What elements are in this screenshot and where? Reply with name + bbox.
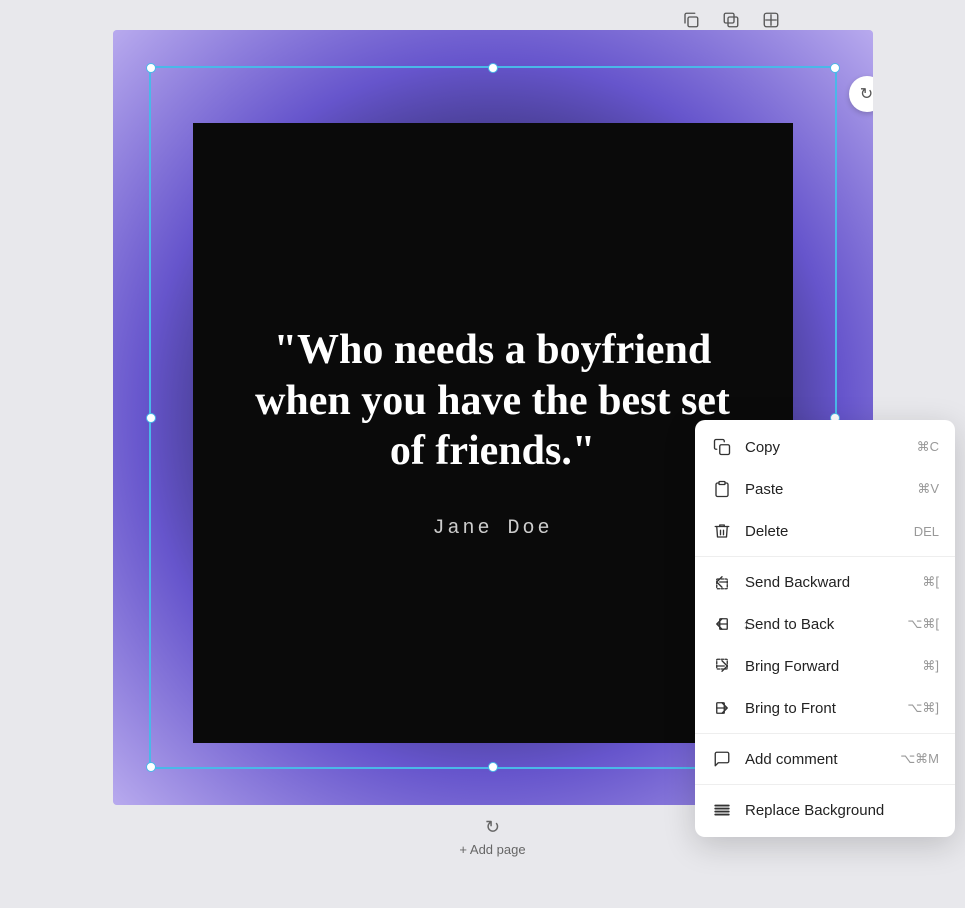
- send-to-back-shortcut: ⌥⌘[: [907, 616, 939, 632]
- bring-to-front-label: Bring to Front: [745, 700, 895, 717]
- paste-shortcut: ⌘V: [917, 481, 939, 497]
- bring-to-front-icon: [711, 697, 733, 719]
- add-comment-label: Add comment: [745, 751, 888, 768]
- add-page-refresh-icon: ↻: [485, 817, 500, 838]
- replace-bg-label: Replace Background: [745, 802, 939, 819]
- bring-forward-icon: [711, 655, 733, 677]
- delete-shortcut: DEL: [914, 524, 939, 539]
- divider-3: [695, 784, 955, 785]
- bring-forward-shortcut: ⌘]: [922, 658, 939, 674]
- context-menu: Copy ⌘C Paste ⌘V Delete DEL Send Backwar…: [695, 420, 955, 837]
- divider-2: [695, 733, 955, 734]
- send-to-back-label: Send to Back: [745, 616, 895, 633]
- comment-icon: [711, 748, 733, 770]
- divider-1: [695, 556, 955, 557]
- copy-shortcut: ⌘C: [917, 439, 939, 455]
- bring-forward-label: Bring Forward: [745, 658, 910, 675]
- add-page-button[interactable]: ↻ + Add page: [459, 817, 525, 857]
- menu-item-send-to-back[interactable]: Send to Back ⌥⌘[: [695, 603, 955, 645]
- send-to-back-icon: [711, 613, 733, 635]
- copy-label: Copy: [745, 439, 905, 456]
- menu-item-send-backward[interactable]: Send Backward ⌘[ ↕: [695, 561, 955, 603]
- paste-icon: [711, 478, 733, 500]
- menu-item-replace-background[interactable]: Replace Background: [695, 789, 955, 831]
- trash-icon: [711, 520, 733, 542]
- replace-bg-icon: [711, 799, 733, 821]
- menu-item-paste[interactable]: Paste ⌘V: [695, 468, 955, 510]
- menu-item-delete[interactable]: Delete DEL: [695, 510, 955, 552]
- quote-text: "Who needs a boyfriend when you have the…: [233, 325, 753, 476]
- add-page-label: + Add page: [459, 842, 525, 857]
- delete-label: Delete: [745, 523, 902, 540]
- send-backward-icon: [711, 571, 733, 593]
- menu-item-bring-forward[interactable]: Bring Forward ⌘]: [695, 645, 955, 687]
- menu-item-add-comment[interactable]: Add comment ⌥⌘M: [695, 738, 955, 780]
- send-backward-label: Send Backward: [745, 574, 910, 591]
- author-text: Jane Doe: [432, 517, 552, 540]
- bring-to-front-shortcut: ⌥⌘]: [907, 700, 939, 716]
- paste-label: Paste: [745, 481, 905, 498]
- send-backward-shortcut: ⌘[: [922, 574, 939, 590]
- add-comment-shortcut: ⌥⌘M: [900, 751, 939, 767]
- menu-item-bring-to-front[interactable]: Bring to Front ⌥⌘]: [695, 687, 955, 729]
- menu-item-copy[interactable]: Copy ⌘C: [695, 426, 955, 468]
- copy-icon: [711, 436, 733, 458]
